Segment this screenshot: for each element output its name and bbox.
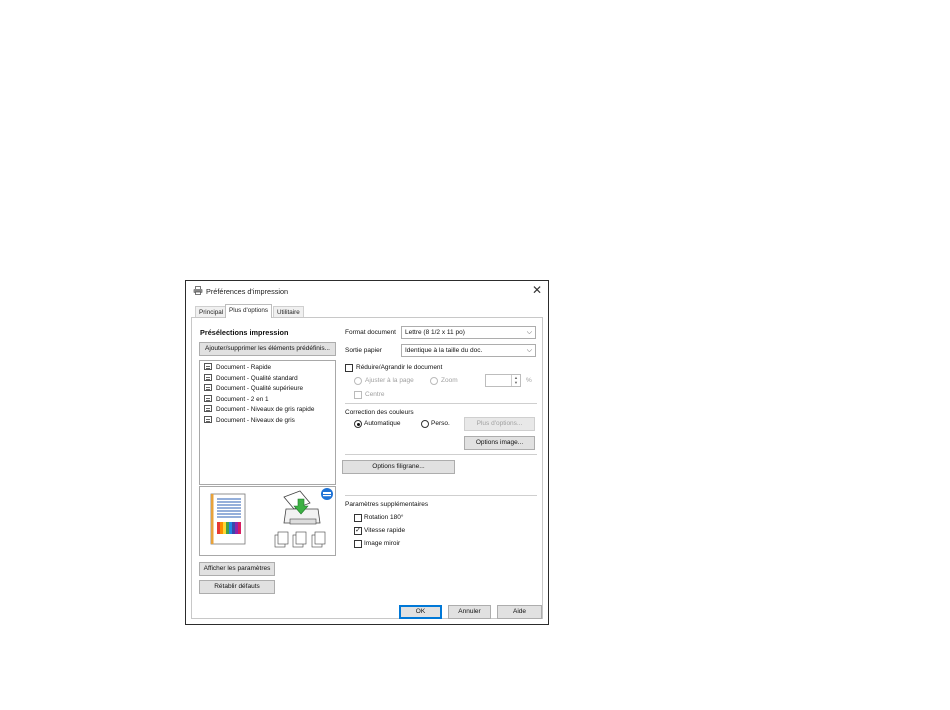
ok-button[interactable]: OK <box>399 605 442 619</box>
window-title: Préférences d'impression <box>206 287 289 296</box>
custom-radio[interactable] <box>421 420 429 428</box>
print-preferences-dialog: Préférences d'impression ✕ Principal Plu… <box>185 280 549 625</box>
restore-defaults-button[interactable]: Rétablir défauts <box>199 580 275 594</box>
list-item[interactable]: Document - 2 en 1 <box>204 394 269 405</box>
mirror-image-checkbox[interactable] <box>354 540 362 548</box>
high-speed-checkbox[interactable]: ✓ <box>354 527 362 535</box>
document-icon <box>204 384 212 391</box>
center-label: Centre <box>365 391 385 398</box>
center-checkbox[interactable] <box>354 391 362 399</box>
automatic-label: Automatique <box>364 420 401 427</box>
watermark-options-button[interactable]: Options filigrane... <box>342 460 455 474</box>
document-size-label: Format document <box>345 329 396 336</box>
list-item[interactable]: Document - Qualité supérieure <box>204 384 303 394</box>
output-paper-select[interactable]: Identique à la taille du doc. ⌵ <box>401 344 536 357</box>
fit-to-page-label: Ajuster à la page <box>365 377 414 384</box>
more-options-button[interactable]: Plus d'options... <box>464 417 535 431</box>
chevron-down-icon: ⌵ <box>526 329 532 336</box>
zoom-label: Zoom <box>441 377 458 384</box>
cancel-button[interactable]: Annuler <box>448 605 491 619</box>
percent-label: % <box>526 377 532 384</box>
title-bar: Préférences d'impression ✕ <box>186 281 548 301</box>
document-size-select[interactable]: Lettre (8 1/2 x 11 po) ⌵ <box>401 326 536 339</box>
tab-more-options[interactable]: Plus d'options <box>225 304 273 318</box>
zoom-spinbox[interactable]: ▲ ▼ <box>485 374 521 387</box>
preview-illustration <box>210 488 333 548</box>
high-speed-label: Vitesse rapide <box>364 527 406 534</box>
fit-to-page-radio[interactable] <box>354 377 362 385</box>
divider <box>345 454 537 455</box>
reduce-enlarge-checkbox[interactable] <box>345 364 353 372</box>
extra-settings-label: Paramètres supplémentaires <box>345 501 429 508</box>
info-badge-icon <box>321 488 333 500</box>
rotation-180-label: Rotation 180° <box>364 514 404 521</box>
chevron-down-icon: ⌵ <box>526 347 532 354</box>
color-correction-label: Correction des couleurs <box>345 409 414 416</box>
mirror-image-label: Image miroir <box>364 540 401 547</box>
list-item[interactable]: Document - Rapide <box>204 363 271 373</box>
list-item[interactable]: Document - Niveaux de gris rapide <box>204 405 314 415</box>
list-item[interactable]: Document - Qualité standard <box>204 373 298 384</box>
output-paper-label: Sortie papier <box>345 347 382 354</box>
image-options-button[interactable]: Options image... <box>464 436 535 450</box>
presets-list[interactable]: Document - Rapide Document - Qualité sta… <box>199 360 336 485</box>
close-icon[interactable]: ✕ <box>532 284 542 296</box>
page-orange-edge <box>211 494 214 544</box>
help-button[interactable]: Aide <box>497 605 542 619</box>
automatic-radio[interactable] <box>354 420 362 428</box>
printer-icon <box>193 286 203 295</box>
custom-label: Perso. <box>431 420 450 427</box>
reduce-enlarge-label: Réduire/Agrandir le document <box>356 364 443 371</box>
document-icon <box>204 363 212 370</box>
divider <box>345 403 537 404</box>
rotation-180-checkbox[interactable] <box>354 514 362 522</box>
two-in-one-icon <box>204 394 212 402</box>
show-settings-button[interactable]: Afficher les paramètres <box>199 562 275 576</box>
divider <box>345 495 537 496</box>
print-preview <box>199 486 336 556</box>
grayscale-document-icon <box>204 415 212 423</box>
presets-heading: Présélections impression <box>200 328 289 337</box>
tab-panel: Présélections impression Ajouter/supprim… <box>191 317 543 619</box>
document-icon <box>204 373 212 381</box>
add-remove-presets-button[interactable]: Ajouter/supprimer les éléments prédéfini… <box>199 342 336 356</box>
list-item[interactable]: Document - Niveaux de gris <box>204 415 295 426</box>
printer-illustration <box>283 490 321 525</box>
zoom-radio[interactable] <box>430 377 438 385</box>
grayscale-document-icon <box>204 405 212 412</box>
spin-arrows-icon[interactable]: ▲ ▼ <box>511 375 520 386</box>
